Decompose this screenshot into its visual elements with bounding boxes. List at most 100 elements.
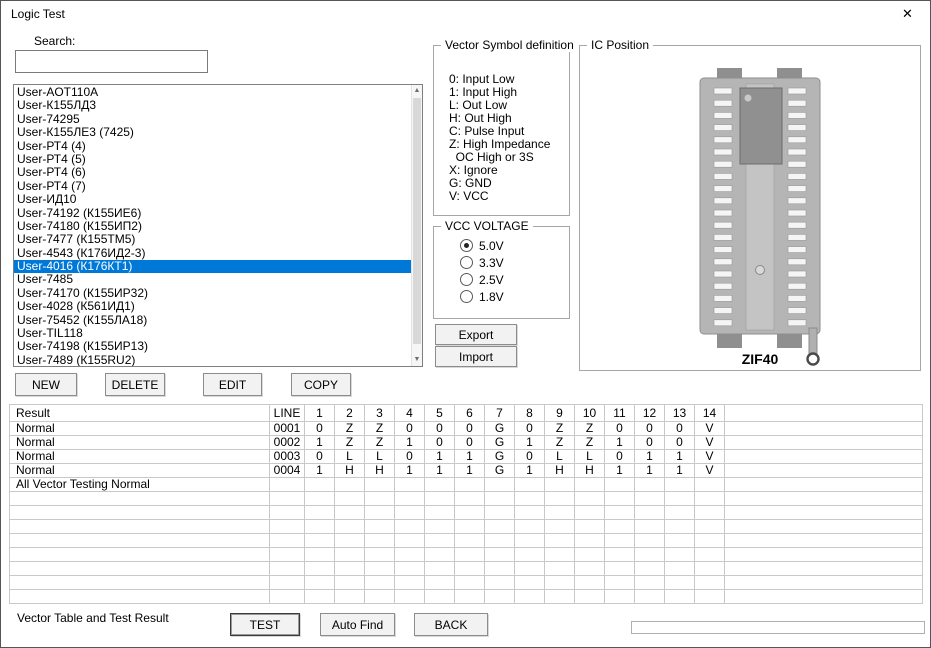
pin1-dot xyxy=(745,95,752,102)
line-cell: 0003 xyxy=(270,450,305,464)
device-list-item[interactable]: User-75452 (К155ЛА18) xyxy=(14,314,411,327)
empty-cell xyxy=(515,520,545,534)
empty-cell xyxy=(365,548,395,562)
scroll-up-icon[interactable]: ▲ xyxy=(412,85,422,97)
vector-cell: G xyxy=(485,450,515,464)
empty-cell xyxy=(425,506,455,520)
vcc-option-1.8V[interactable]: 1.8V xyxy=(460,288,504,305)
vector-cell: V xyxy=(695,464,725,478)
empty-cell xyxy=(575,506,605,520)
device-list-item[interactable]: User-РТ4 (5) xyxy=(14,153,411,166)
search-input[interactable] xyxy=(15,50,208,73)
empty-cell xyxy=(695,548,725,562)
device-list-item[interactable]: User-7485 xyxy=(14,273,411,286)
edit-button[interactable]: EDIT xyxy=(203,373,262,396)
vcc-option-2.5V[interactable]: 2.5V xyxy=(460,271,504,288)
device-list-item[interactable]: User-РТ4 (4) xyxy=(14,140,411,153)
scroll-down-icon[interactable]: ▼ xyxy=(412,354,422,366)
device-list-item[interactable]: User-4016 (К176КТ1) xyxy=(14,260,411,273)
vector-row[interactable]: Normal00041HH111G1HH111V xyxy=(10,464,923,478)
delete-button[interactable]: DELETE xyxy=(105,373,165,396)
device-listbox[interactable]: User-AOT110AUser-К155ЛД3User-74295User-К… xyxy=(13,84,423,367)
empty-cell xyxy=(270,534,305,548)
fill-cell xyxy=(725,422,923,436)
table-header-cell: 8 xyxy=(515,405,545,422)
device-list-item[interactable]: User-AOT110A xyxy=(14,86,411,99)
vector-cell: 1 xyxy=(395,436,425,450)
scrollbar-thumb[interactable] xyxy=(413,98,421,344)
empty-cell xyxy=(605,576,635,590)
auto-find-button[interactable]: Auto Find xyxy=(320,613,395,636)
empty-cell xyxy=(270,590,305,604)
device-list-item[interactable]: User-74180 (К155ИП2) xyxy=(14,220,411,233)
vcc-option-3.3V[interactable]: 3.3V xyxy=(460,254,504,271)
device-list-item[interactable]: User-РТ4 (6) xyxy=(14,166,411,179)
fill-cell xyxy=(725,450,923,464)
empty-cell xyxy=(725,520,923,534)
empty-cell xyxy=(695,506,725,520)
radio-icon[interactable] xyxy=(460,239,473,252)
device-list-item[interactable]: User-ИД10 xyxy=(14,193,411,206)
device-list-item[interactable]: User-74198 (К155ИР13) xyxy=(14,340,411,353)
vcc-voltage-group: VCC VOLTAGE 5.0V3.3V2.5V1.8V xyxy=(433,226,570,319)
test-button[interactable]: TEST xyxy=(230,613,300,636)
empty-cell xyxy=(725,506,923,520)
vector-row[interactable]: Normal00021ZZ100G1ZZ100V xyxy=(10,436,923,450)
radio-icon[interactable] xyxy=(460,256,473,269)
vector-row[interactable]: Normal00010ZZ000G0ZZ000V xyxy=(10,422,923,436)
empty-cell xyxy=(545,492,575,506)
progress-bar xyxy=(631,621,925,634)
device-list-item[interactable]: User-К155ЛЕ3 (7425) xyxy=(14,126,411,139)
vector-cell: 1 xyxy=(515,464,545,478)
device-list-item[interactable]: User-74170 (К155ИР32) xyxy=(14,287,411,300)
device-list-item[interactable]: User-7477 (К155ТМ5) xyxy=(14,233,411,246)
device-list-item[interactable]: User-74192 (К155ИЕ6) xyxy=(14,207,411,220)
table-header-fill xyxy=(725,405,923,422)
back-button[interactable]: BACK xyxy=(414,613,488,636)
device-list-item[interactable]: User-74295 xyxy=(14,113,411,126)
logic-test-window: Logic Test ✕ Search: User-AOT110AUser-К1… xyxy=(0,0,931,648)
empty-cell xyxy=(485,492,515,506)
empty-cell xyxy=(605,590,635,604)
new-button[interactable]: NEW xyxy=(15,373,77,396)
device-list-item[interactable]: User-К155ЛД3 xyxy=(14,99,411,112)
vector-cell: 0 xyxy=(395,450,425,464)
copy-button[interactable]: COPY xyxy=(291,373,351,396)
vector-table[interactable]: ResultLINE1234567891011121314Normal00010… xyxy=(9,404,923,604)
import-button[interactable]: Import xyxy=(435,346,517,367)
export-button[interactable]: Export xyxy=(435,324,517,345)
empty-cell xyxy=(270,506,305,520)
vector-row[interactable]: Normal00030LL011G0LL011V xyxy=(10,450,923,464)
vcc-option-5.0V[interactable]: 5.0V xyxy=(460,237,504,254)
list-scrollbar[interactable]: ▲ ▼ xyxy=(411,85,422,366)
table-header-cell: 6 xyxy=(455,405,485,422)
socket-lever-ring xyxy=(808,354,819,365)
device-list-item[interactable]: User-4543 (К176ИД2-3) xyxy=(14,247,411,260)
radio-icon[interactable] xyxy=(460,273,473,286)
close-icon[interactable]: ✕ xyxy=(885,1,930,27)
empty-cell xyxy=(365,492,395,506)
vector-cell: L xyxy=(545,450,575,464)
empty-cell xyxy=(545,576,575,590)
empty-cell xyxy=(395,534,425,548)
vector-cell: 0 xyxy=(635,422,665,436)
empty-cell xyxy=(635,492,665,506)
empty-cell xyxy=(335,534,365,548)
empty-cell xyxy=(605,492,635,506)
empty-cell xyxy=(545,478,575,492)
empty-cell xyxy=(425,478,455,492)
device-list-item[interactable]: User-4028 (К561ИД1) xyxy=(14,300,411,313)
empty-row xyxy=(10,506,923,520)
titlebar[interactable]: Logic Test xyxy=(1,1,930,27)
device-list-item[interactable]: User-TIL118 xyxy=(14,327,411,340)
empty-cell xyxy=(635,520,665,534)
vector-cell: G xyxy=(485,422,515,436)
empty-cell xyxy=(305,492,335,506)
device-list-item[interactable]: User-7489 (К155RU2) xyxy=(14,354,411,367)
vector-cell: 1 xyxy=(425,464,455,478)
empty-cell xyxy=(455,506,485,520)
radio-icon[interactable] xyxy=(460,290,473,303)
device-list-item[interactable]: User-РТ4 (7) xyxy=(14,180,411,193)
table-header-cell: 9 xyxy=(545,405,575,422)
empty-cell xyxy=(635,506,665,520)
